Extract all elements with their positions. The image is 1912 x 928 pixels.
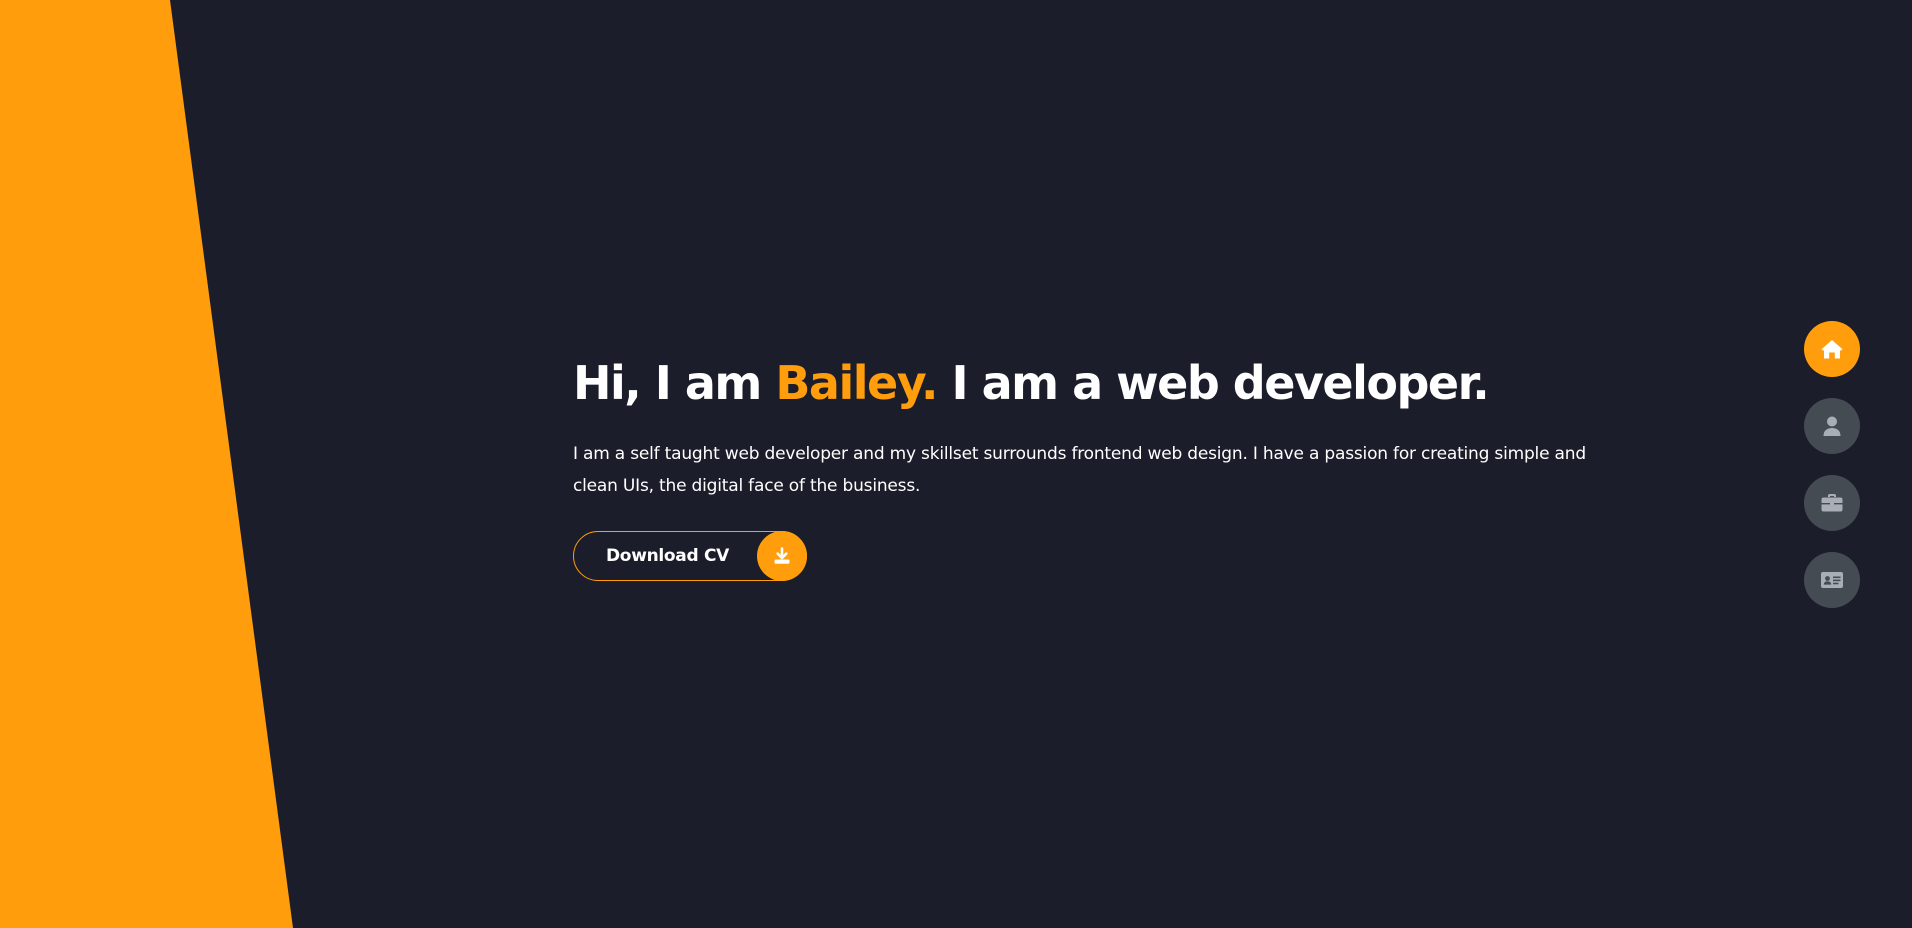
hero-title: Hi, I am Bailey. I am a web developer. [573,348,1633,418]
hero-description: I am a self taught web developer and my … [573,444,1586,496]
hero-section: Hi, I am Bailey. I am a web developer. I… [573,348,1633,502]
nav-contact-button[interactable] [1804,552,1860,608]
side-navigation [1804,321,1860,629]
download-cv-button[interactable]: Download CV [573,531,807,581]
decorative-orange-panel [0,0,293,928]
home-icon [1821,340,1843,359]
page: Hi, I am Bailey. I am a web developer. I… [0,0,1912,928]
user-icon [1823,416,1841,436]
briefcase-icon [1821,494,1843,512]
hero-title-suffix: I am a web developer. [936,356,1489,410]
download-cv-label: Download CV [606,546,729,566]
contact-card-icon [1821,572,1843,588]
nav-about-button[interactable] [1804,398,1860,454]
nav-home-button[interactable] [1804,321,1860,377]
hero-title-name: Bailey. [775,356,938,410]
nav-portfolio-button[interactable] [1804,475,1860,531]
hero-title-prefix: Hi, I am [573,356,776,410]
download-icon [757,531,807,581]
